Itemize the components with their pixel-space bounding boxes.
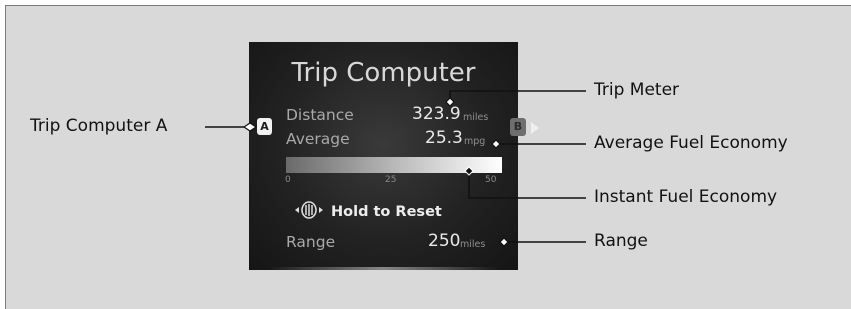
callout-range: Range xyxy=(594,231,648,251)
callout-average-fuel-economy: Average Fuel Economy xyxy=(594,133,788,153)
marker-trip-meter xyxy=(445,97,455,107)
leader-instant-fuel-economy xyxy=(468,171,586,199)
callout-instant-fuel-economy: Instant Fuel Economy xyxy=(594,187,778,207)
leader-trip-meter xyxy=(449,90,586,102)
marker-trip-computer-a xyxy=(242,122,258,132)
callout-leader-lines xyxy=(205,90,586,247)
marker-range xyxy=(499,237,509,247)
callout-trip-computer-a: Trip Computer A xyxy=(30,116,168,136)
marker-average-fuel-economy xyxy=(491,139,501,149)
marker-instant-fuel-economy xyxy=(464,166,474,176)
callout-trip-meter: Trip Meter xyxy=(594,80,680,100)
